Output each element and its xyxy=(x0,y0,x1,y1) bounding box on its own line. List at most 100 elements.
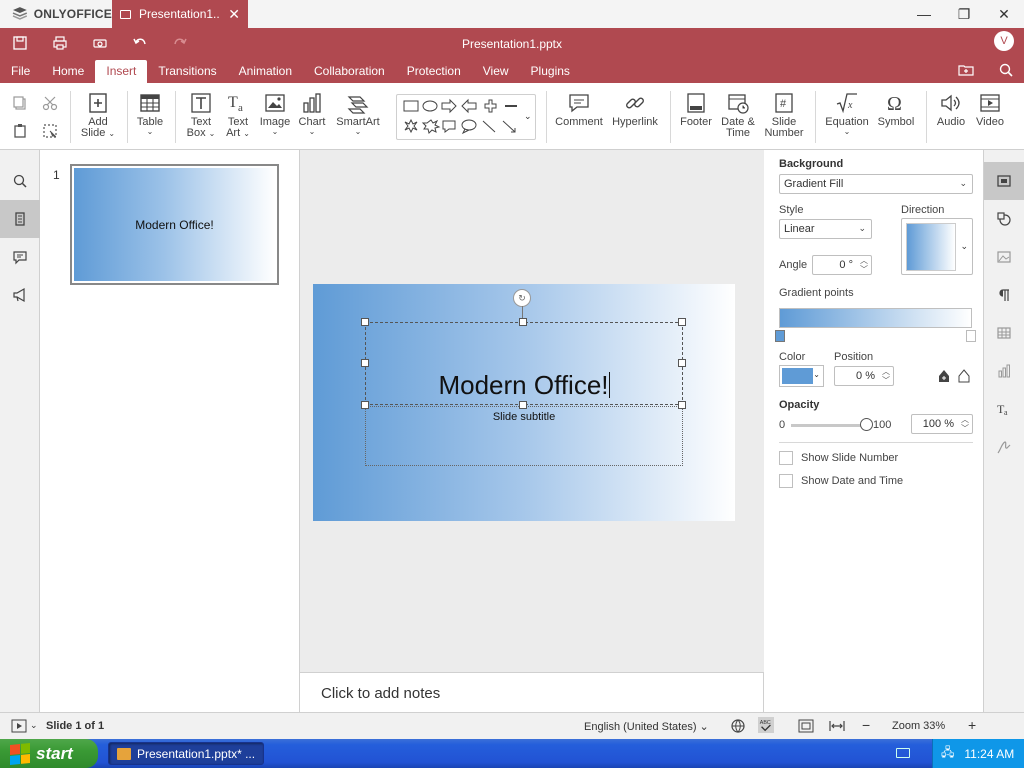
paste-icon[interactable] xyxy=(12,123,28,142)
document-tab[interactable]: Presentation1.... ✕ xyxy=(112,0,248,28)
play-slideshow-button[interactable] xyxy=(11,718,27,737)
tab-animation[interactable]: Animation xyxy=(228,60,303,83)
table-button[interactable]: Table ⌄ xyxy=(134,91,166,136)
add-slide-button[interactable]: Add Slide ⌄ xyxy=(80,91,116,139)
text-art-button[interactable]: Ta Text Art ⌄ xyxy=(222,91,254,139)
restore-icon[interactable]: ❐ xyxy=(944,0,984,28)
network-icon[interactable]: 🖧 xyxy=(941,743,954,764)
zoom-out-icon[interactable]: − xyxy=(862,717,870,733)
tab-file[interactable]: File xyxy=(0,60,41,83)
minimize-icon[interactable]: — xyxy=(904,0,944,28)
tab-insert[interactable]: Insert xyxy=(95,60,148,83)
resize-handle[interactable] xyxy=(361,318,369,326)
close-tab-icon[interactable]: ✕ xyxy=(228,7,240,21)
image-settings-tab[interactable] xyxy=(984,238,1024,276)
gradient-style-select[interactable]: Linear ⌄ xyxy=(779,219,872,239)
text-art-settings-tab[interactable]: Ta xyxy=(984,390,1024,428)
copy-icon[interactable] xyxy=(12,95,28,114)
opacity-slider-track[interactable] xyxy=(791,424,871,427)
select-all-icon[interactable] xyxy=(42,123,58,142)
remove-gradient-point-icon[interactable] xyxy=(956,368,972,387)
audio-button[interactable]: Audio xyxy=(934,91,968,128)
resize-handle[interactable] xyxy=(519,318,527,326)
tab-view[interactable]: View xyxy=(472,60,520,83)
resize-handle[interactable] xyxy=(678,401,686,409)
tab-protection[interactable]: Protection xyxy=(396,60,472,83)
resize-handle[interactable] xyxy=(361,359,369,367)
table-settings-tab[interactable] xyxy=(984,314,1024,352)
show-slide-number-checkbox[interactable] xyxy=(779,451,793,465)
search-icon[interactable] xyxy=(998,62,1014,78)
slide-number-button[interactable]: # Slide Number xyxy=(762,91,806,139)
zoom-in-icon[interactable]: + xyxy=(968,717,976,733)
keyboard-layout-icon[interactable] xyxy=(896,748,910,758)
color-picker[interactable]: ⌄ xyxy=(779,365,824,387)
slide-settings-tab[interactable] xyxy=(984,162,1024,200)
sidebar-search[interactable] xyxy=(0,162,40,200)
sidebar-feedback[interactable] xyxy=(0,276,40,314)
resize-handle[interactable] xyxy=(361,401,369,409)
resize-handle[interactable] xyxy=(678,318,686,326)
sidebar-comments[interactable] xyxy=(0,238,40,276)
user-avatar[interactable]: V xyxy=(994,31,1014,51)
slide-subtitle[interactable]: Slide subtitle xyxy=(366,411,682,423)
angle-input[interactable]: 0 ° ︿ ﹀ xyxy=(812,255,872,275)
opacity-slider-thumb[interactable] xyxy=(860,418,873,431)
notes-area[interactable]: Click to add notes xyxy=(300,672,764,712)
tab-transitions[interactable]: Transitions xyxy=(147,60,227,83)
add-gradient-point-icon[interactable] xyxy=(936,368,952,387)
spellcheck-language-icon[interactable] xyxy=(730,718,746,737)
spinner-arrows-icon[interactable]: ︿ ﹀ xyxy=(860,256,868,274)
date-time-button[interactable]: Date & Time xyxy=(718,91,758,139)
spinner-arrows-icon[interactable]: ︿ ﹀ xyxy=(961,415,969,433)
start-button[interactable]: start xyxy=(0,739,98,768)
shapes-more-icon[interactable]: ⌄ xyxy=(524,111,534,121)
tab-collaboration[interactable]: Collaboration xyxy=(303,60,396,83)
tab-plugins[interactable]: Plugins xyxy=(520,60,581,83)
taskbar-item-presentation[interactable]: Presentation1.pptx* ... xyxy=(108,742,264,765)
open-file-location-icon[interactable] xyxy=(958,62,974,78)
language-selector[interactable]: English (United States) ⌄ xyxy=(584,720,709,733)
equation-button[interactable]: x Equation ⌄ xyxy=(822,91,872,136)
spinner-arrows-icon[interactable]: ︿ ﹀ xyxy=(882,367,890,385)
paragraph-settings-tab[interactable] xyxy=(984,276,1024,314)
spellcheck-icon[interactable]: ABC xyxy=(758,717,774,736)
symbol-button[interactable]: Ω Symbol xyxy=(876,91,916,128)
title-placeholder[interactable]: Modern Office! xyxy=(365,322,683,405)
rotate-handle-icon[interactable]: ↻ xyxy=(513,289,531,307)
cut-icon[interactable] xyxy=(42,95,58,114)
shapes-gallery[interactable] xyxy=(396,94,536,140)
resize-handle[interactable] xyxy=(519,401,527,409)
sidebar-slides[interactable] xyxy=(0,200,40,238)
fill-type-select[interactable]: Gradient Fill ⌄ xyxy=(779,174,973,194)
slide[interactable]: ↻ Modern Office! Slide subtitle xyxy=(313,284,735,521)
resize-handle[interactable] xyxy=(678,359,686,367)
tab-home[interactable]: Home xyxy=(41,60,95,83)
video-button[interactable]: Video xyxy=(972,91,1008,128)
position-input[interactable]: 0 % ︿ ﹀ xyxy=(834,366,894,386)
show-date-time-checkbox[interactable] xyxy=(779,474,793,488)
signature-settings-tab[interactable] xyxy=(984,428,1024,466)
smartart-button[interactable]: SmartArt ⌄ xyxy=(334,91,382,136)
text-box-button[interactable]: Text Box ⌄ xyxy=(184,91,218,139)
image-button[interactable]: Image ⌄ xyxy=(258,91,292,136)
hyperlink-button[interactable]: Hyperlink xyxy=(610,91,660,128)
fit-to-slide-icon[interactable] xyxy=(798,718,814,737)
gradient-stop-end[interactable] xyxy=(966,330,976,342)
shapes-gallery-icon xyxy=(403,98,517,135)
subtitle-placeholder[interactable]: Slide subtitle xyxy=(365,406,683,466)
gradient-bar[interactable] xyxy=(779,308,972,328)
close-window-icon[interactable]: ✕ xyxy=(984,0,1024,28)
chart-button[interactable]: Chart ⌄ xyxy=(296,91,328,136)
play-options-chevron-icon[interactable]: ⌄ xyxy=(30,720,38,731)
chart-settings-tab[interactable] xyxy=(984,352,1024,390)
fit-to-width-icon[interactable] xyxy=(829,718,845,737)
slide-title[interactable]: Modern Office! xyxy=(438,370,608,400)
footer-button[interactable]: Footer xyxy=(678,91,714,128)
comment-button[interactable]: Comment xyxy=(555,91,603,128)
opacity-input[interactable]: 100 % ︿ ﹀ xyxy=(911,414,973,434)
gradient-direction-picker[interactable]: ⌄ xyxy=(901,218,973,275)
slide-thumbnail[interactable]: Modern Office! xyxy=(70,164,279,285)
gradient-stop-start[interactable] xyxy=(775,330,785,342)
shape-settings-tab[interactable] xyxy=(984,200,1024,238)
